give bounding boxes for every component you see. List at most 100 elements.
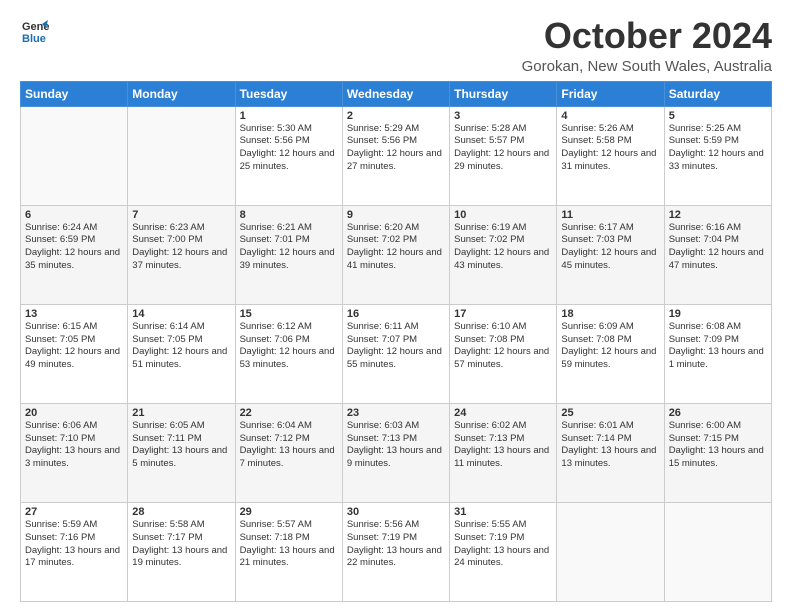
cell-content: Sunrise: 6:12 AMSunset: 7:06 PMDaylight:… (240, 321, 335, 370)
calendar-cell: 30Sunrise: 5:56 AMSunset: 7:19 PMDayligh… (342, 502, 449, 601)
calendar-header-row: SundayMondayTuesdayWednesdayThursdayFrid… (21, 81, 772, 106)
calendar-header-day: Saturday (664, 81, 771, 106)
calendar-cell: 31Sunrise: 5:55 AMSunset: 7:19 PMDayligh… (450, 502, 557, 601)
cell-content: Sunrise: 6:06 AMSunset: 7:10 PMDaylight:… (25, 420, 120, 469)
day-number: 28 (132, 506, 230, 518)
logo-icon: General Blue (20, 16, 50, 46)
cell-content: Sunrise: 6:10 AMSunset: 7:08 PMDaylight:… (454, 321, 549, 370)
day-number: 23 (347, 407, 445, 419)
cell-content: Sunrise: 5:26 AMSunset: 5:58 PMDaylight:… (561, 123, 656, 172)
day-number: 21 (132, 407, 230, 419)
calendar-cell (21, 106, 128, 205)
calendar-cell: 24Sunrise: 6:02 AMSunset: 7:13 PMDayligh… (450, 403, 557, 502)
cell-content: Sunrise: 6:15 AMSunset: 7:05 PMDaylight:… (25, 321, 120, 370)
calendar-cell: 4Sunrise: 5:26 AMSunset: 5:58 PMDaylight… (557, 106, 664, 205)
cell-content: Sunrise: 6:20 AMSunset: 7:02 PMDaylight:… (347, 222, 442, 271)
day-number: 17 (454, 308, 552, 320)
day-number: 14 (132, 308, 230, 320)
calendar-cell: 15Sunrise: 6:12 AMSunset: 7:06 PMDayligh… (235, 304, 342, 403)
cell-content: Sunrise: 6:03 AMSunset: 7:13 PMDaylight:… (347, 420, 442, 469)
cell-content: Sunrise: 5:57 AMSunset: 7:18 PMDaylight:… (240, 519, 335, 568)
day-number: 25 (561, 407, 659, 419)
calendar-cell: 11Sunrise: 6:17 AMSunset: 7:03 PMDayligh… (557, 205, 664, 304)
calendar-cell: 17Sunrise: 6:10 AMSunset: 7:08 PMDayligh… (450, 304, 557, 403)
calendar-cell: 29Sunrise: 5:57 AMSunset: 7:18 PMDayligh… (235, 502, 342, 601)
day-number: 12 (669, 209, 767, 221)
calendar-cell: 27Sunrise: 5:59 AMSunset: 7:16 PMDayligh… (21, 502, 128, 601)
calendar-cell: 7Sunrise: 6:23 AMSunset: 7:00 PMDaylight… (128, 205, 235, 304)
calendar-week-row: 1Sunrise: 5:30 AMSunset: 5:56 PMDaylight… (21, 106, 772, 205)
cell-content: Sunrise: 6:09 AMSunset: 7:08 PMDaylight:… (561, 321, 656, 370)
cell-content: Sunrise: 6:02 AMSunset: 7:13 PMDaylight:… (454, 420, 549, 469)
cell-content: Sunrise: 6:08 AMSunset: 7:09 PMDaylight:… (669, 321, 764, 370)
day-number: 9 (347, 209, 445, 221)
cell-content: Sunrise: 5:56 AMSunset: 7:19 PMDaylight:… (347, 519, 442, 568)
calendar-header-day: Monday (128, 81, 235, 106)
calendar-cell: 9Sunrise: 6:20 AMSunset: 7:02 PMDaylight… (342, 205, 449, 304)
day-number: 29 (240, 506, 338, 518)
day-number: 7 (132, 209, 230, 221)
day-number: 8 (240, 209, 338, 221)
cell-content: Sunrise: 6:01 AMSunset: 7:14 PMDaylight:… (561, 420, 656, 469)
calendar-week-row: 27Sunrise: 5:59 AMSunset: 7:16 PMDayligh… (21, 502, 772, 601)
day-number: 2 (347, 110, 445, 122)
page: General Blue October 2024 Gorokan, New S… (0, 0, 792, 612)
cell-content: Sunrise: 6:19 AMSunset: 7:02 PMDaylight:… (454, 222, 549, 271)
day-number: 6 (25, 209, 123, 221)
cell-content: Sunrise: 6:24 AMSunset: 6:59 PMDaylight:… (25, 222, 120, 271)
calendar-week-row: 13Sunrise: 6:15 AMSunset: 7:05 PMDayligh… (21, 304, 772, 403)
day-number: 5 (669, 110, 767, 122)
cell-content: Sunrise: 6:05 AMSunset: 7:11 PMDaylight:… (132, 420, 227, 469)
calendar-cell: 18Sunrise: 6:09 AMSunset: 7:08 PMDayligh… (557, 304, 664, 403)
day-number: 31 (454, 506, 552, 518)
calendar-cell (664, 502, 771, 601)
cell-content: Sunrise: 5:28 AMSunset: 5:57 PMDaylight:… (454, 123, 549, 172)
svg-text:Blue: Blue (22, 33, 46, 45)
calendar-cell: 1Sunrise: 5:30 AMSunset: 5:56 PMDaylight… (235, 106, 342, 205)
calendar-cell: 13Sunrise: 6:15 AMSunset: 7:05 PMDayligh… (21, 304, 128, 403)
calendar-cell: 19Sunrise: 6:08 AMSunset: 7:09 PMDayligh… (664, 304, 771, 403)
logo: General Blue (20, 16, 50, 46)
day-number: 19 (669, 308, 767, 320)
day-number: 13 (25, 308, 123, 320)
day-number: 20 (25, 407, 123, 419)
calendar-cell: 10Sunrise: 6:19 AMSunset: 7:02 PMDayligh… (450, 205, 557, 304)
calendar-header-day: Friday (557, 81, 664, 106)
cell-content: Sunrise: 6:04 AMSunset: 7:12 PMDaylight:… (240, 420, 335, 469)
cell-content: Sunrise: 5:59 AMSunset: 7:16 PMDaylight:… (25, 519, 120, 568)
calendar-header-day: Wednesday (342, 81, 449, 106)
calendar-header-day: Sunday (21, 81, 128, 106)
cell-content: Sunrise: 6:11 AMSunset: 7:07 PMDaylight:… (347, 321, 442, 370)
day-number: 27 (25, 506, 123, 518)
cell-content: Sunrise: 5:30 AMSunset: 5:56 PMDaylight:… (240, 123, 335, 172)
cell-content: Sunrise: 5:29 AMSunset: 5:56 PMDaylight:… (347, 123, 442, 172)
calendar-cell: 22Sunrise: 6:04 AMSunset: 7:12 PMDayligh… (235, 403, 342, 502)
calendar-cell: 21Sunrise: 6:05 AMSunset: 7:11 PMDayligh… (128, 403, 235, 502)
header: General Blue October 2024 Gorokan, New S… (20, 16, 772, 75)
day-number: 10 (454, 209, 552, 221)
cell-content: Sunrise: 6:23 AMSunset: 7:00 PMDaylight:… (132, 222, 227, 271)
calendar-cell: 8Sunrise: 6:21 AMSunset: 7:01 PMDaylight… (235, 205, 342, 304)
calendar-cell: 26Sunrise: 6:00 AMSunset: 7:15 PMDayligh… (664, 403, 771, 502)
cell-content: Sunrise: 5:25 AMSunset: 5:59 PMDaylight:… (669, 123, 764, 172)
day-number: 4 (561, 110, 659, 122)
day-number: 30 (347, 506, 445, 518)
cell-content: Sunrise: 6:16 AMSunset: 7:04 PMDaylight:… (669, 222, 764, 271)
calendar-cell: 5Sunrise: 5:25 AMSunset: 5:59 PMDaylight… (664, 106, 771, 205)
calendar-table: SundayMondayTuesdayWednesdayThursdayFrid… (20, 81, 772, 602)
calendar-week-row: 6Sunrise: 6:24 AMSunset: 6:59 PMDaylight… (21, 205, 772, 304)
calendar-header-day: Tuesday (235, 81, 342, 106)
main-title: October 2024 (522, 16, 772, 56)
day-number: 3 (454, 110, 552, 122)
calendar-cell: 16Sunrise: 6:11 AMSunset: 7:07 PMDayligh… (342, 304, 449, 403)
calendar-cell: 28Sunrise: 5:58 AMSunset: 7:17 PMDayligh… (128, 502, 235, 601)
calendar-cell: 2Sunrise: 5:29 AMSunset: 5:56 PMDaylight… (342, 106, 449, 205)
cell-content: Sunrise: 6:21 AMSunset: 7:01 PMDaylight:… (240, 222, 335, 271)
cell-content: Sunrise: 6:00 AMSunset: 7:15 PMDaylight:… (669, 420, 764, 469)
cell-content: Sunrise: 6:17 AMSunset: 7:03 PMDaylight:… (561, 222, 656, 271)
day-number: 22 (240, 407, 338, 419)
cell-content: Sunrise: 5:58 AMSunset: 7:17 PMDaylight:… (132, 519, 227, 568)
day-number: 11 (561, 209, 659, 221)
calendar-cell: 25Sunrise: 6:01 AMSunset: 7:14 PMDayligh… (557, 403, 664, 502)
calendar-cell: 3Sunrise: 5:28 AMSunset: 5:57 PMDaylight… (450, 106, 557, 205)
